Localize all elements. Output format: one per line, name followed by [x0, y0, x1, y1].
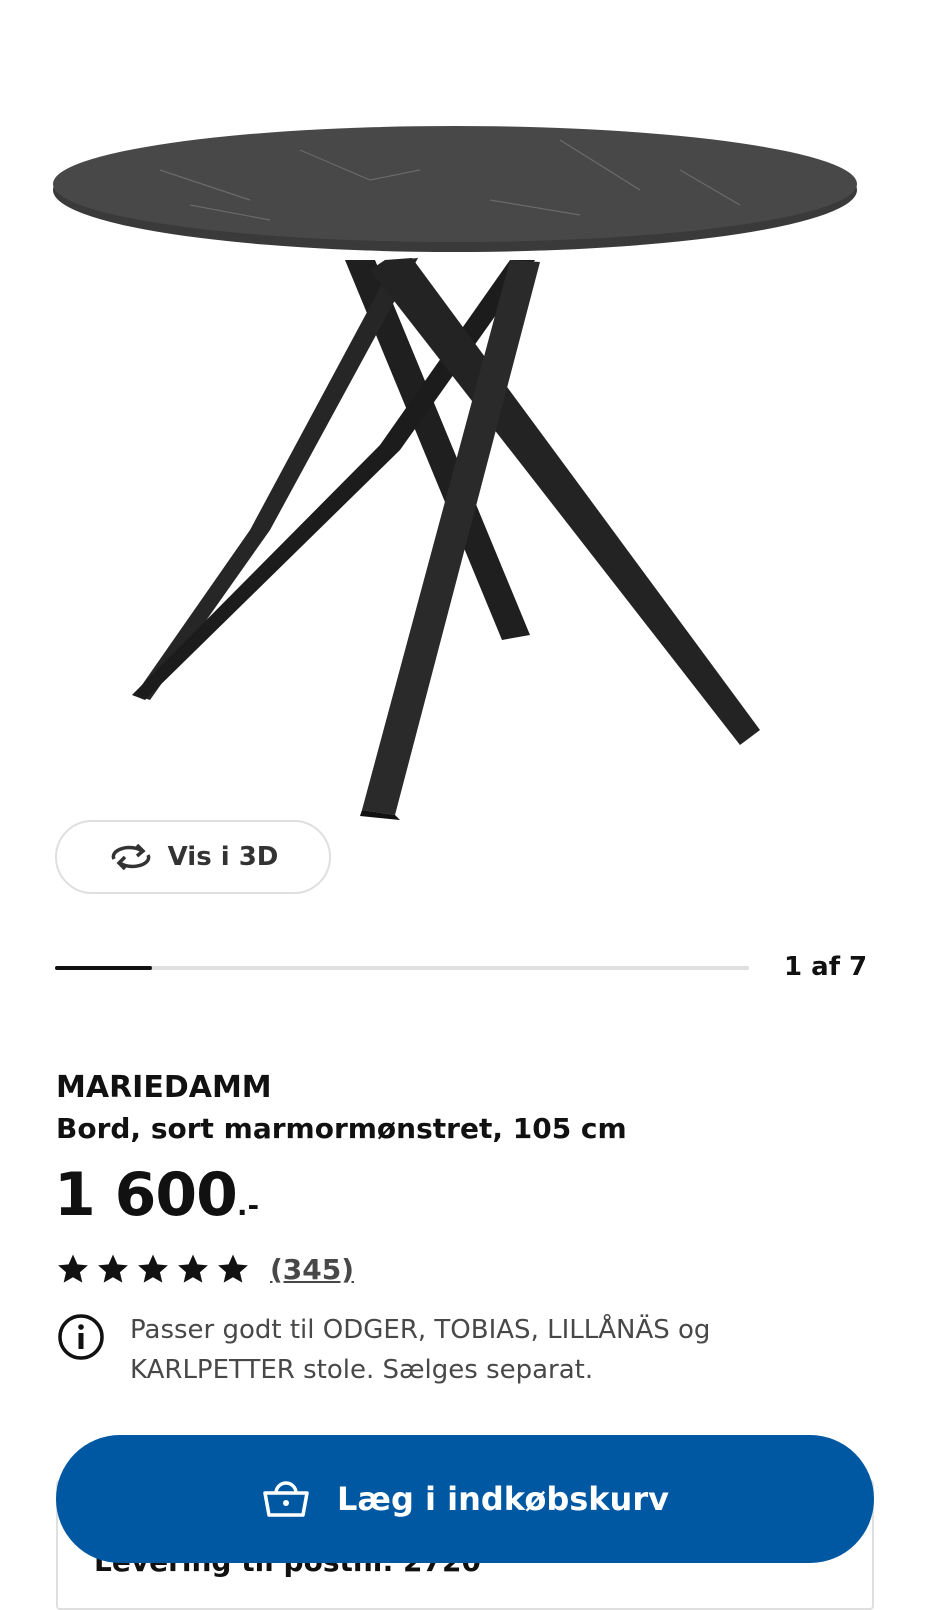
star-icon — [178, 1254, 208, 1283]
product-name: MARIEDAMM — [56, 1070, 272, 1105]
product-description: Bord, sort marmormønstret, 105 cm — [56, 1112, 627, 1145]
star-icon — [138, 1254, 168, 1283]
review-count-link[interactable]: (345) — [270, 1253, 354, 1286]
star-icon — [218, 1254, 248, 1283]
product-image[interactable] — [40, 110, 890, 850]
star-icon — [58, 1254, 88, 1283]
rotate-3d-icon — [111, 843, 150, 871]
rating-stars — [56, 1252, 250, 1286]
info-text: Passer godt til ODGER, TOBIAS, LILLÅNÄS … — [130, 1315, 711, 1385]
price-amount: 1 600 — [54, 1160, 238, 1230]
gallery-counter: 1 af 7 — [784, 952, 868, 982]
product-price: 1 600 .- — [54, 1160, 259, 1230]
star-icon — [98, 1254, 128, 1283]
gallery-progress-fill — [55, 966, 153, 970]
price-suffix: .- — [236, 1189, 260, 1222]
add-to-cart-label: Læg i indkøbskurv — [337, 1480, 669, 1518]
gallery-progress-track[interactable] — [55, 966, 749, 970]
product-gallery[interactable]: Vis i 3D 1 af 7 — [0, 0, 932, 982]
view-3d-button[interactable]: Vis i 3D — [55, 820, 331, 894]
rating[interactable]: (345) — [56, 1252, 354, 1286]
compatibility-info: Passer godt til ODGER, TOBIAS, LILLÅNÄS … — [56, 1312, 770, 1390]
add-to-cart-button[interactable]: Læg i indkøbskurv — [56, 1435, 874, 1563]
basket-icon — [263, 1481, 309, 1517]
info-icon — [58, 1314, 104, 1360]
view-3d-label: Vis i 3D — [167, 842, 279, 872]
